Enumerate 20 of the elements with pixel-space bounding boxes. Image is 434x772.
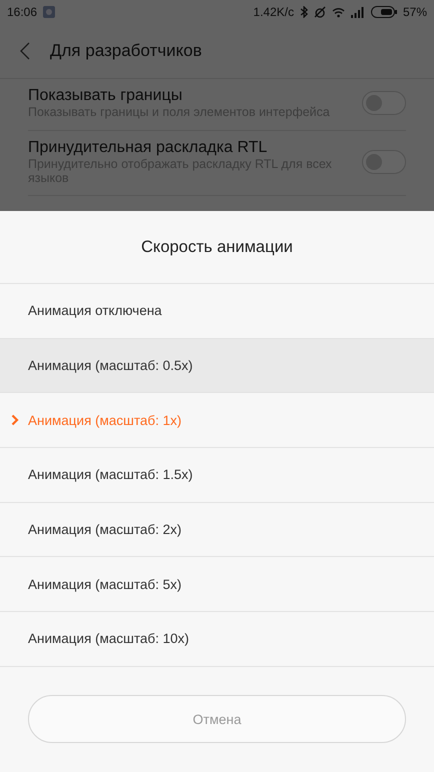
chevron-icon (11, 414, 19, 426)
alarm-off-icon (314, 6, 326, 18)
status-time: 16:06 (7, 5, 38, 19)
battery-icon (370, 6, 397, 18)
option-item[interactable]: Анимация (масштаб: 1.5x) (0, 448, 434, 503)
battery-percent: 57% (402, 5, 427, 19)
bluetooth-icon (300, 6, 308, 18)
app-notification-icon (43, 6, 56, 18)
back-icon[interactable] (20, 42, 30, 60)
wifi-icon (332, 6, 345, 18)
signal-icon (350, 6, 365, 18)
setting-title: Показывать границы (28, 87, 184, 105)
option-item[interactable]: Анимация (масштаб: 2x) (0, 502, 434, 558)
dialog-title: Скорость анимации (141, 238, 293, 256)
setting-title: Принудительная раскладка RTL (28, 138, 268, 157)
option-item[interactable]: Анимация (масштаб: 10x) (0, 612, 434, 667)
network-speed: 1.42K/c (253, 5, 294, 19)
screen-title: Для разработчиков (50, 41, 202, 61)
option-item[interactable]: Анимация (масштаб: 5x) (0, 557, 434, 612)
option-item[interactable]: Анимация (масштаб: 0.5x) (0, 338, 434, 394)
